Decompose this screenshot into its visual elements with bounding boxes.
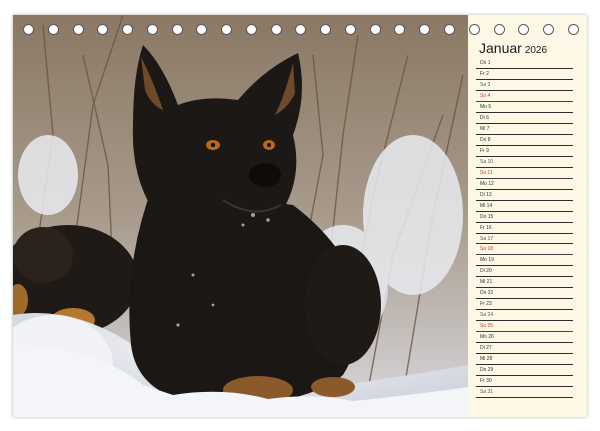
binding-ring (23, 24, 34, 35)
day-row: Mo 19 (476, 255, 573, 267)
binding-ring (196, 24, 208, 35)
day-row: Fr 2 (476, 69, 573, 80)
day-row: Sa 3 (476, 80, 573, 91)
month-year: 2026 (524, 45, 548, 56)
month-title: Januar 2026 (479, 40, 576, 56)
binding-ring (122, 24, 134, 35)
day-row: Di 6 (476, 113, 573, 124)
day-row: Sa 31 (476, 387, 573, 399)
binding-ring (146, 24, 158, 35)
binding-ring (47, 24, 59, 35)
day-row: Do 8 (476, 135, 573, 146)
day-row: Mo 26 (476, 332, 573, 344)
binding-ring (344, 24, 356, 35)
day-row: Do 15 (476, 212, 573, 223)
binding-ring (369, 24, 381, 35)
day-row: Do 29 (476, 365, 573, 377)
day-row: Sa 24 (476, 310, 573, 322)
day-row: Di 20 (476, 266, 573, 278)
binding-ring (320, 24, 332, 35)
binding-ring (221, 24, 233, 35)
binding-ring (444, 24, 456, 35)
binding-ring (97, 24, 109, 35)
day-row: Sa 17 (476, 234, 573, 245)
day-row: Mo 12 (476, 179, 573, 190)
day-row: Di 13 (476, 190, 573, 201)
binding-ring (419, 24, 431, 35)
binding-ring (394, 24, 406, 35)
day-row: So 11 (476, 168, 573, 179)
day-row: Mi 28 (476, 354, 573, 366)
day-row: Fr 23 (476, 299, 573, 311)
day-row: Mi 21 (476, 277, 573, 289)
day-row: Mi 7 (476, 124, 573, 135)
binding-rings (13, 24, 587, 38)
binding-ring (72, 24, 84, 35)
binding-ring (295, 24, 307, 35)
binding-ring (543, 24, 555, 35)
day-row: Do 1 (476, 58, 573, 69)
day-row: So 25 (476, 321, 573, 333)
binding-ring (171, 24, 183, 35)
day-row: So 4 (476, 91, 573, 102)
dog-photo (13, 15, 468, 417)
day-row: Fr 9 (476, 146, 573, 157)
day-row: Mi 14 (476, 201, 573, 212)
day-row: Di 27 (476, 343, 573, 355)
day-row: Do 22 (476, 288, 573, 300)
day-row: So 18 (476, 244, 573, 256)
binding-ring (493, 24, 505, 35)
binding-ring (518, 24, 530, 35)
day-list: Do 1 Fr 2 Sa 3 So 4 Mo 5 Di 6 Mi 7 Do 8 Fr 9 Sa 1… (476, 58, 573, 399)
day-row: Sa 10 (476, 157, 573, 168)
day-row: Mo 5 (476, 102, 573, 113)
binding-ring (567, 24, 579, 35)
binding-ring (245, 24, 257, 35)
day-row: Fr 16 (476, 223, 573, 234)
binding-ring (468, 24, 480, 35)
day-row: Fr 30 (476, 376, 573, 388)
month-name: Januar (479, 40, 522, 56)
binding-ring (270, 24, 282, 35)
